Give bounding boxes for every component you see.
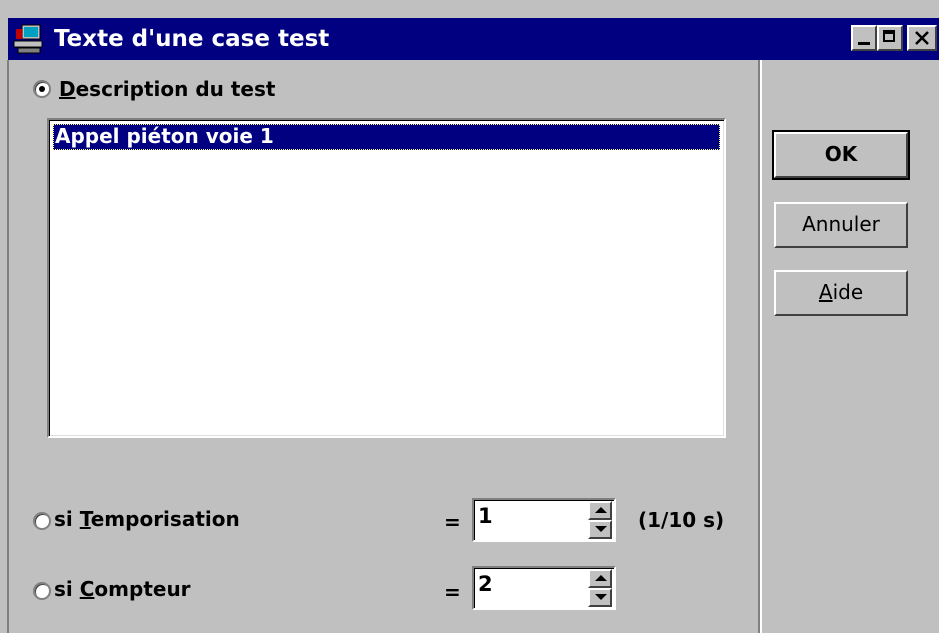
dialog-window: Texte d'une case test Description du tes… xyxy=(0,0,939,633)
description-radio[interactable] xyxy=(33,80,51,98)
compteur-spinner[interactable]: 2 xyxy=(472,566,616,610)
temporisation-prefix: si xyxy=(54,507,80,531)
minimize-button[interactable] xyxy=(851,25,877,51)
compteur-mnemonic: C xyxy=(79,577,95,601)
close-icon xyxy=(915,31,929,45)
compteur-decrement-button[interactable] xyxy=(588,588,612,607)
temporisation-equals: = xyxy=(444,510,461,534)
maximize-button[interactable] xyxy=(877,25,903,51)
window-title: Texte d'une case test xyxy=(54,26,330,52)
temporisation-radio[interactable] xyxy=(33,512,51,530)
temporisation-decrement-button[interactable] xyxy=(588,520,612,539)
window-left-edge xyxy=(7,60,9,633)
description-label-text: escription du test xyxy=(75,77,276,101)
compteur-radio[interactable] xyxy=(33,582,51,600)
help-mnemonic: A xyxy=(818,280,833,304)
compteur-equals: = xyxy=(444,580,461,604)
compteur-radio-label[interactable]: si Compteur xyxy=(54,576,191,602)
temporisation-value[interactable]: 1 xyxy=(478,504,493,528)
compteur-value[interactable]: 2 xyxy=(478,572,493,596)
temporisation-spinner[interactable]: 1 xyxy=(472,498,616,542)
compteur-prefix: si xyxy=(54,577,80,601)
compteur-label-text: ompteur xyxy=(94,577,191,601)
ok-button[interactable]: OK xyxy=(772,130,910,180)
app-computer-icon xyxy=(13,24,43,54)
description-listbox[interactable]: Appel piéton voie 1 xyxy=(47,118,726,438)
cancel-button[interactable]: Annuler xyxy=(774,202,908,248)
help-button[interactable]: Aide xyxy=(774,270,908,316)
help-label-text: ide xyxy=(832,280,864,304)
temporisation-mnemonic: T xyxy=(79,507,91,531)
close-button[interactable] xyxy=(907,25,937,51)
compteur-increment-button[interactable] xyxy=(588,569,612,588)
temporisation-label-text: emporisation xyxy=(90,507,240,531)
title-bar[interactable]: Texte d'une case test xyxy=(8,18,939,60)
list-item[interactable]: Appel piéton voie 1 xyxy=(53,124,720,150)
temporisation-unit: (1/10 s) xyxy=(638,508,725,532)
panel-divider-highlight xyxy=(760,60,762,633)
description-radio-label[interactable]: Description du test xyxy=(59,76,275,102)
temporisation-increment-button[interactable] xyxy=(588,501,612,520)
temporisation-radio-label[interactable]: si Temporisation xyxy=(54,506,240,532)
description-mnemonic: D xyxy=(59,77,76,101)
